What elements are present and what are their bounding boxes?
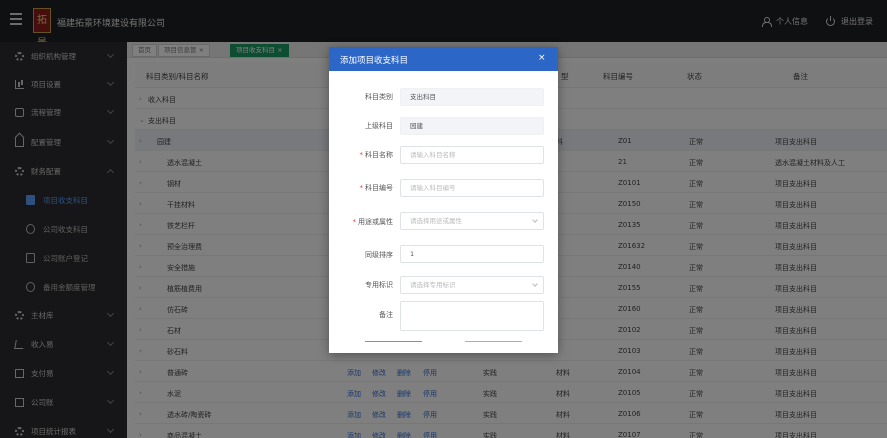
tag-label: 专用标识 xyxy=(365,281,393,289)
confirm-button[interactable] xyxy=(465,341,522,342)
category-field: 支出科目 xyxy=(400,88,544,106)
modal-header: 添加项目收支科目 × xyxy=(329,47,558,71)
tag-placeholder: 请选择专用标识 xyxy=(410,281,456,289)
tag-select[interactable]: 请选择专用标识 xyxy=(400,276,544,294)
chevron-down-icon xyxy=(532,281,538,287)
category-label: 科目类别 xyxy=(365,93,393,101)
usage-placeholder: 请选择用途或属性 xyxy=(410,217,462,225)
add-subject-modal: 添加项目收支科目 × 科目类别 支出科目 上级科目 园建 * 科目名称 请输入科目… xyxy=(329,47,558,353)
modal-title: 添加项目收支科目 xyxy=(340,56,409,66)
cancel-button[interactable] xyxy=(365,341,422,342)
name-label: * 科目名称 xyxy=(359,151,394,159)
order-input[interactable]: 1 xyxy=(400,245,544,263)
remark-textarea[interactable] xyxy=(400,301,544,331)
order-label: 同级排序 xyxy=(365,251,393,259)
code-input[interactable]: 请输入科目编号 xyxy=(400,179,544,197)
chevron-down-icon xyxy=(532,217,538,223)
code-label: * 科目编号 xyxy=(359,184,394,192)
usage-select[interactable]: 请选择用途或属性 xyxy=(400,212,544,230)
remark-label: 备注 xyxy=(379,311,393,319)
parent-field: 园建 xyxy=(400,117,544,135)
usage-label: * 用途或属性 xyxy=(352,218,394,226)
close-icon[interactable]: × xyxy=(538,53,546,63)
name-input[interactable]: 请输入科目名称 xyxy=(400,146,544,164)
parent-label: 上级科目 xyxy=(365,122,393,130)
